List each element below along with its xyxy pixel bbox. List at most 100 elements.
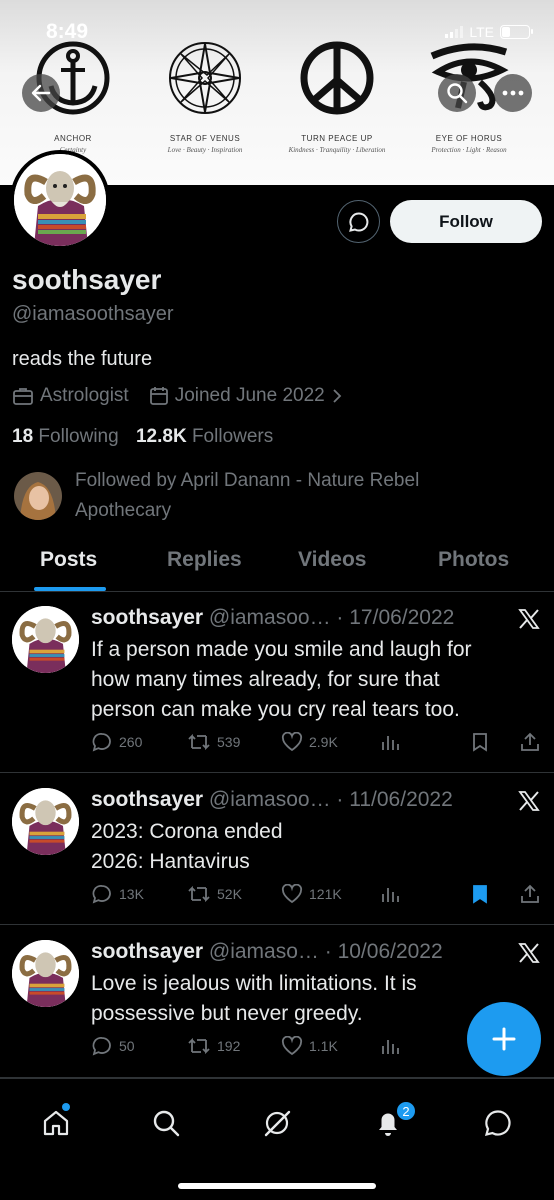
repost-button[interactable]: 52K — [187, 884, 242, 904]
post-author-avatar[interactable] — [12, 940, 79, 1007]
repost-button[interactable]: 192 — [187, 1036, 240, 1056]
nav-home[interactable] — [36, 1103, 76, 1143]
post-author-avatar[interactable] — [12, 606, 79, 673]
tab-posts[interactable]: Posts — [40, 548, 97, 572]
follow-button[interactable]: Follow — [390, 200, 542, 243]
ram-wizard-avatar-image — [12, 940, 79, 1007]
tab-videos[interactable]: Videos — [298, 548, 366, 572]
analytics-button[interactable] — [379, 1036, 401, 1056]
reply-button[interactable]: 13K — [91, 884, 144, 904]
cellular-signal-icon — [445, 26, 464, 38]
following-link[interactable]: 18 Following — [12, 426, 119, 447]
follow-counts: 18 Following 12.8K Followers — [12, 426, 273, 448]
ram-wizard-avatar-image — [12, 606, 79, 673]
battery-icon — [500, 25, 533, 39]
message-button[interactable] — [337, 200, 380, 243]
repost-count: 52K — [217, 886, 242, 902]
post[interactable]: soothsayer @iamasoo… · 11/06/2022 2023: … — [0, 774, 554, 925]
repost-count: 539 — [217, 734, 241, 750]
post-header: soothsayer @iamaso… · 10/06/2022 — [91, 940, 443, 964]
post-author-name[interactable]: soothsayer — [91, 788, 203, 811]
post-text: Love is jealous with limitations. It is … — [91, 969, 531, 1029]
bookmark-filled-icon — [473, 885, 487, 904]
repost-button[interactable]: 539 — [187, 732, 240, 752]
nav-search[interactable] — [146, 1103, 186, 1143]
analytics-button[interactable] — [379, 732, 401, 752]
profile-meta: Astrologist Joined June 2022 — [12, 385, 363, 407]
bookmark-button[interactable] — [471, 732, 489, 752]
follower-avatar-image — [14, 472, 62, 520]
profile-avatar[interactable] — [10, 150, 110, 250]
post-handle-date: @iamasoo… · 11/06/2022 — [208, 788, 453, 811]
like-count: 2.9K — [309, 734, 338, 750]
active-tab-indicator — [34, 587, 106, 591]
reply-button[interactable]: 260 — [91, 732, 142, 752]
analytics-button[interactable] — [379, 884, 401, 904]
nav-grok[interactable] — [257, 1103, 297, 1143]
reply-icon — [92, 1037, 111, 1056]
reply-button[interactable]: 50 — [91, 1036, 135, 1056]
post-author-name[interactable]: soothsayer — [91, 940, 203, 963]
profile-tabs: Posts Replies Videos Photos — [0, 538, 554, 592]
profile-handle: @iamasoothsayer — [12, 303, 174, 325]
compose-post-button[interactable] — [467, 1002, 541, 1076]
like-button[interactable]: 121K — [281, 884, 342, 904]
status-bar: 8:49 LTE — [0, 0, 554, 60]
followed-by[interactable]: Followed by April Danann - Nature Rebel … — [14, 470, 475, 526]
profile-bio: reads the future — [12, 348, 153, 370]
symbol-subtitle: Love · Beauty · Inspiration — [167, 146, 243, 154]
like-button[interactable]: 1.1K — [281, 1036, 338, 1056]
post-header: soothsayer @iamasoo… · 11/06/2022 — [91, 788, 453, 812]
post-author-name[interactable]: soothsayer — [91, 606, 203, 629]
symbol-name: STAR OF VENUS — [169, 134, 241, 143]
symbol-subtitle: Kindness · Tranquility · Liberation — [288, 146, 386, 154]
repost-count: 192 — [217, 1038, 241, 1054]
home-indicator — [178, 1183, 376, 1189]
search-icon — [153, 1110, 180, 1137]
more-options-button[interactable] — [494, 74, 532, 112]
post-line: If a person made you smile and laugh for — [91, 638, 472, 661]
share-button[interactable] — [519, 884, 541, 904]
post[interactable]: soothsayer @iamasoo… · 17/06/2022 If a p… — [0, 592, 554, 773]
bookmark-button[interactable] — [471, 884, 489, 904]
joined-label: Joined June 2022 — [174, 385, 325, 406]
share-button[interactable] — [519, 732, 541, 752]
repost-icon — [188, 1037, 210, 1055]
status-time: 8:49 — [46, 20, 89, 43]
x-logo-icon — [518, 791, 540, 811]
post-line: 2023: Corona ended — [91, 820, 283, 843]
followers-label: Followers — [191, 426, 274, 447]
followed-by-text: Followed by April Danann - Nature Rebel … — [75, 470, 420, 521]
tab-photos[interactable]: Photos — [438, 548, 509, 572]
nav-messages[interactable] — [478, 1103, 518, 1143]
post-actions: 13K 52K 121K — [91, 884, 551, 908]
like-count: 121K — [309, 886, 342, 902]
post-line: Love is jealous with limitations. It is — [91, 972, 417, 995]
following-label: Following — [38, 426, 119, 447]
grok-icon — [264, 1110, 291, 1137]
profile-category: Astrologist — [12, 385, 129, 407]
symbol-name: EYE OF HORUS — [435, 134, 503, 143]
analytics-icon — [382, 1040, 399, 1054]
more-icon — [502, 90, 524, 96]
search-profile-button[interactable] — [438, 74, 476, 112]
post-header: soothsayer @iamasoo… · 17/06/2022 — [91, 606, 454, 630]
followers-link[interactable]: 12.8K Followers — [136, 426, 273, 447]
post-author-avatar[interactable] — [12, 788, 79, 855]
heart-icon — [281, 1036, 303, 1056]
back-button[interactable] — [22, 74, 60, 112]
bottom-navigation: 2 — [0, 1078, 554, 1200]
profile-display-name: soothsayer — [12, 264, 162, 295]
post-handle-date: @iamaso… · 10/06/2022 — [208, 940, 443, 963]
like-button[interactable]: 2.9K — [281, 732, 338, 752]
post-text: If a person made you smile and laugh for… — [91, 635, 531, 725]
bookmark-icon — [473, 733, 487, 752]
network-label: LTE — [469, 24, 494, 40]
profile-joined[interactable]: Joined June 2022 — [149, 385, 343, 407]
tab-replies[interactable]: Replies — [167, 548, 242, 572]
x-logo-icon — [518, 609, 540, 629]
message-bubble-icon — [348, 211, 368, 232]
plus-icon — [492, 1027, 516, 1051]
repost-icon — [188, 885, 210, 903]
symbol-subtitle: Protection · Light · Reason — [431, 146, 507, 154]
